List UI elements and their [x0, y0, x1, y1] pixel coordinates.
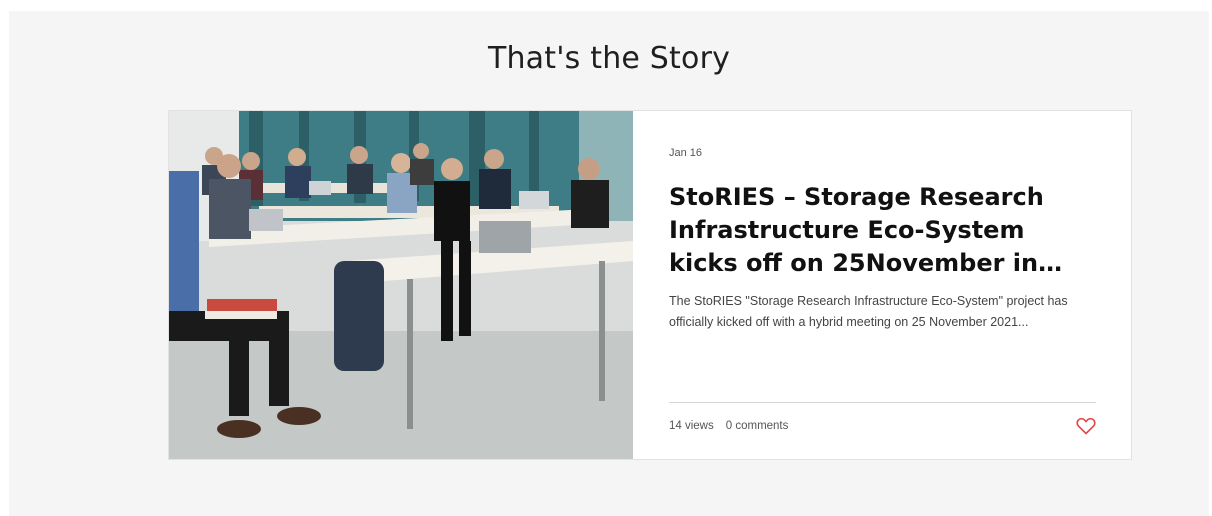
meeting-photo-illustration	[169, 111, 633, 459]
blog-post-card[interactable]: Jan 16 StoRIES – Storage Research Infras…	[168, 110, 1132, 460]
post-stats: 14 views 0 comments	[669, 420, 788, 432]
post-divider	[669, 402, 1096, 403]
post-cover-image[interactable]	[169, 111, 633, 459]
like-button[interactable]	[1076, 417, 1096, 435]
view-count: 14 views	[669, 420, 714, 432]
post-title-link[interactable]: StoRIES – Storage Research Infrastructur…	[669, 181, 1096, 280]
heart-outline-icon	[1076, 417, 1096, 435]
comment-count-link[interactable]: 0 comments	[726, 420, 789, 432]
story-section: That's the Story Jan 16 StoRIES – Storag…	[9, 11, 1209, 516]
post-date: Jan 16	[669, 147, 703, 159]
post-excerpt: The StoRIES "Storage Research Infrastruc…	[669, 294, 1068, 329]
post-content: Jan 16 StoRIES – Storage Research Infras…	[669, 111, 1096, 459]
section-title: That's the Story	[487, 41, 731, 76]
